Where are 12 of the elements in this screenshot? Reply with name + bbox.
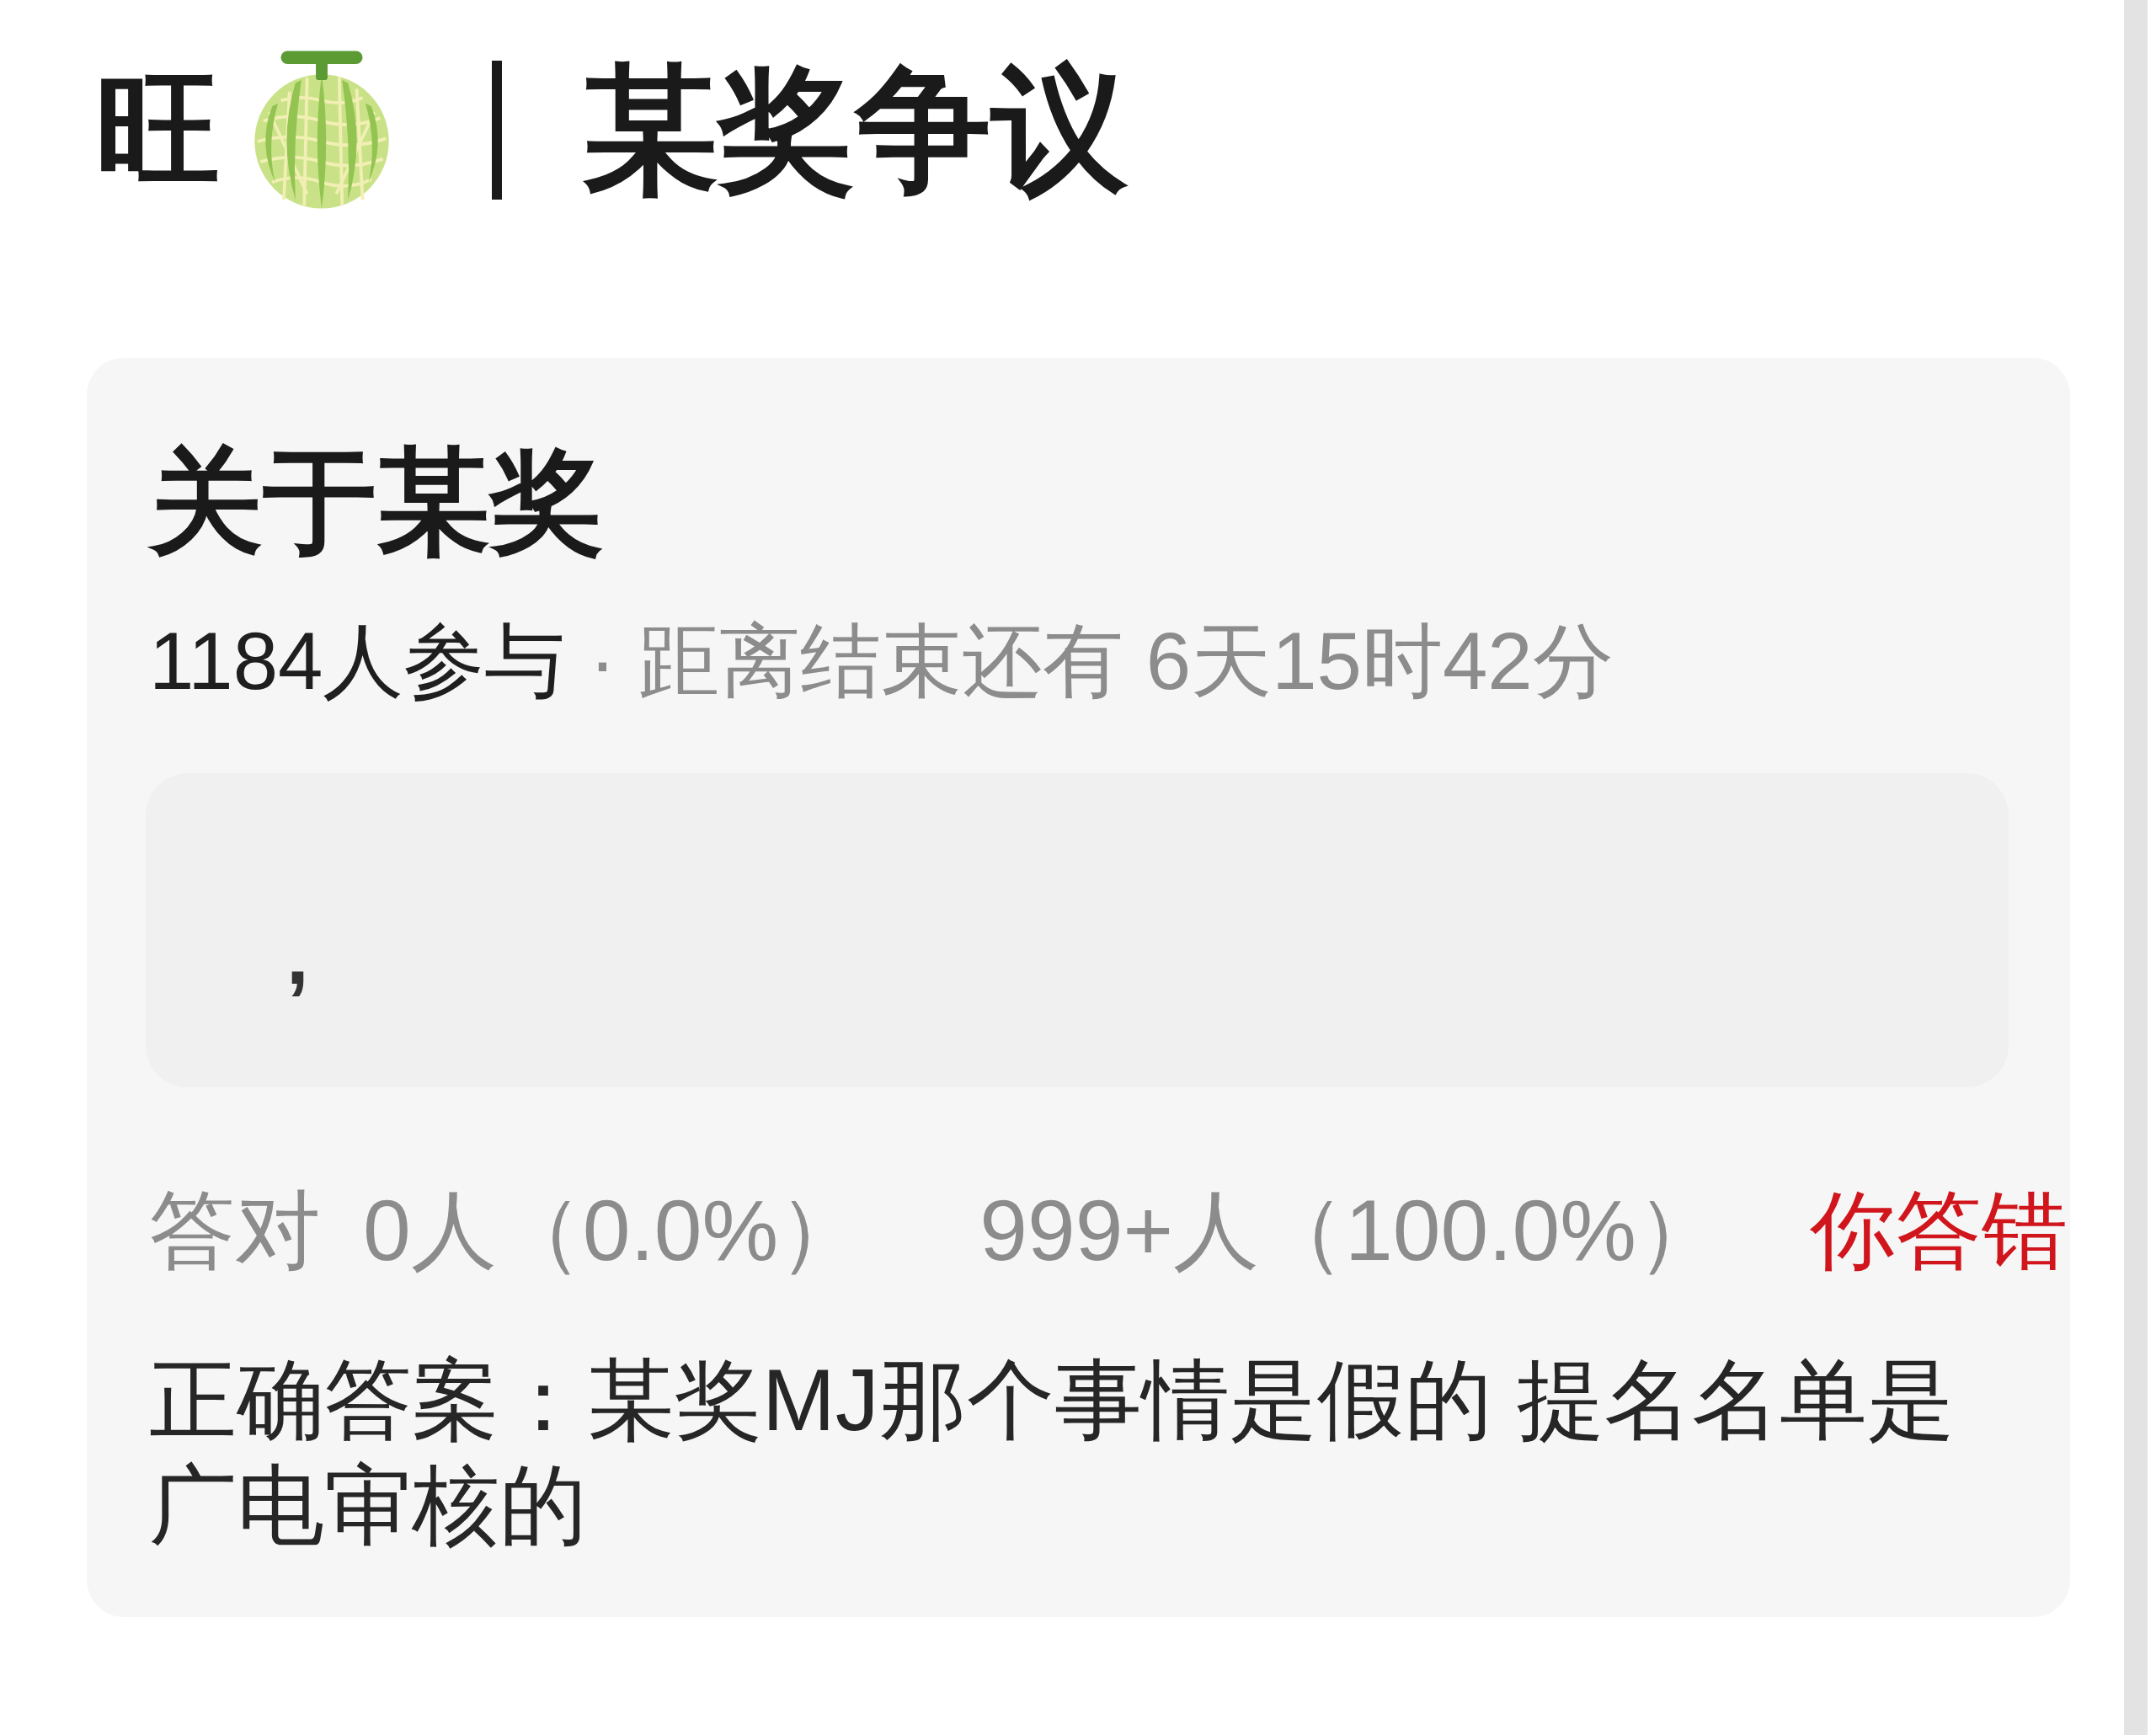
correct-answer-text: 正确答案：某奖MJ那个事情是假的 提名名单是广电审核的 xyxy=(149,1349,1956,1556)
participant-count: 1184人参与 xyxy=(149,615,566,707)
poll-title: 关于某奖 xyxy=(149,437,604,567)
wrong-count: 999+人（100.0%） xyxy=(979,1182,1722,1281)
countdown-text: · 距离结束还有 6天15时42分 xyxy=(589,615,1614,707)
correct-count: 0人（0.0%） xyxy=(363,1182,865,1281)
page-title: 某奖争议 xyxy=(582,51,1128,207)
option-text: , xyxy=(286,910,309,1003)
result-label: 你答错 xyxy=(1809,1182,2068,1281)
correct-label: 答对 xyxy=(149,1182,321,1281)
scrollbar[interactable] xyxy=(2123,0,2148,1735)
brand-text: 旺 xyxy=(95,58,221,202)
